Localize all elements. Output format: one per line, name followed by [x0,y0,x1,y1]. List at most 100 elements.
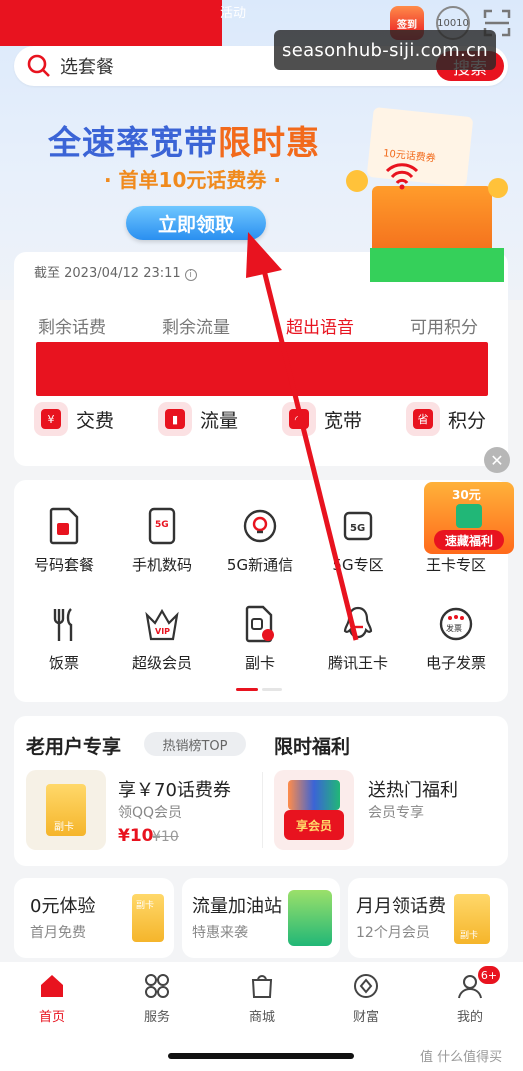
member-gift-image: 享会员 [284,810,344,840]
service-label: 超级会员 [131,654,192,672]
bottom-card-free-trial[interactable]: 0元体验 首月免费 副卡 [14,878,174,958]
old-user-thumb[interactable]: 副卡 [26,770,106,850]
balance-timestamp-text: 截至 2023/04/12 23:11 [34,266,181,281]
phone-digital-icon: 5G [142,506,182,546]
gift-decoration [288,780,340,810]
service-super-member[interactable]: VIP 超级会员 [112,604,212,673]
bottom-card-title: 流量加油站 [192,896,282,917]
nav-mall[interactable]: 商城 [232,972,292,1025]
e-invoice-icon: 发票 [436,604,476,644]
service-label: 饭票 [48,654,79,672]
nav-label: 服务 [143,1010,170,1025]
home-indicator [168,1053,354,1059]
sim-card-text: 副卡 [54,822,74,833]
claim-now-button[interactable]: 立即领取 [126,206,266,240]
bottom-card-sub: 首月免费 [30,925,86,941]
bottom-card-title: 0元体验 [30,896,96,917]
limited-item-title[interactable]: 送热门福利 [368,776,458,802]
service-label: 副卡 [244,654,275,672]
svg-text:VIP: VIP [155,627,170,636]
balance-timestamp: 截至 2023/04/12 23:11 i [34,262,197,281]
sim-card-image: 副卡 [132,894,164,942]
old-user-price: ¥10 [118,826,154,846]
sim-card-text: 副卡 [460,931,479,941]
quick-action-points[interactable]: 省 积分 [406,402,486,436]
svg-text:5G: 5G [155,520,169,530]
service-label: 号码套餐 [33,556,94,574]
vip-crown-icon: VIP [142,604,182,644]
old-user-title: 老用户专享 [26,736,122,758]
service-5g-zone[interactable]: 5G 5G专区 [308,506,408,575]
svg-text:5G: 5G [350,523,365,534]
banner-title-orange: 限时惠 [218,123,320,162]
tab-excess-voice[interactable]: 超出语音 [286,313,354,338]
service-label: 手机数码 [131,556,192,574]
sim-package-icon [44,506,84,546]
quick-action-label: 流量 [200,409,239,432]
quick-action-data[interactable]: ▮ 流量 [158,402,238,436]
service-number-package[interactable]: 号码套餐 [14,506,114,575]
divider [262,772,263,848]
services-grid-icon [145,974,169,998]
activity-label[interactable]: 活动 [220,2,246,21]
tab-remaining-data[interactable]: 剩余流量 [162,313,230,338]
sim-card-image: 副卡 [454,894,490,944]
service-label: 腾讯王卡 [327,654,388,672]
sub-card-icon [240,604,280,644]
banner-title: 全速率宽带限时惠 [48,116,320,164]
bar-chart-icon: ▮ [158,402,192,436]
service-meal-ticket[interactable]: 饭票 [14,604,114,673]
broadband-icon: ◠ [282,402,316,436]
service-e-invoice[interactable]: 发票 电子发票 [406,604,506,673]
search-input[interactable]: 选套餐 [60,53,114,79]
nav-wealth[interactable]: 财富 [336,972,396,1025]
bottom-card-sub: 12个月会员 [356,925,430,941]
redacted-values [36,342,488,396]
bottom-card-title: 月月领话费 [356,896,446,917]
old-user-item-title[interactable]: 享￥70话费券 [118,776,231,802]
quick-action-broadband[interactable]: ◠ 宽带 [282,402,362,436]
quick-action-pay[interactable]: ¥ 交费 [34,402,114,436]
coin-decoration [488,178,508,198]
service-label: 王卡专区 [425,556,486,574]
service-5g-new-call[interactable]: 5G新通信 [210,506,310,575]
service-phone-digital[interactable]: 5G 手机数码 [112,506,212,575]
quick-action-label: 交费 [76,409,115,432]
tab-remaining-balance[interactable]: 剩余话费 [38,313,106,338]
nav-services[interactable]: 服务 [127,972,187,1025]
service-sub-card[interactable]: 副卡 [210,604,310,673]
bottom-card-monthly-credit[interactable]: 月月领话费 12个月会员 副卡 [348,878,508,958]
quick-action-label: 宽带 [324,409,363,432]
coin-decoration [346,170,368,192]
tab-points[interactable]: 可用积分 [410,313,478,338]
nav-label: 商城 [248,1010,275,1025]
nav-label: 我的 [456,1010,483,1025]
data-gift-image [288,890,332,946]
nav-label: 首页 [38,1010,65,1025]
5g-zone-icon: 5G [338,506,378,546]
banner-title-blue: 全速率宽带 [48,123,218,162]
banner-subtitle: · 首单10元话费券 · [104,168,281,192]
nav-home[interactable]: 首页 [22,972,82,1025]
5g-new-call-icon [240,506,280,546]
promo-badge[interactable]: 30元 速藏福利 [424,482,514,554]
qq-penguin-icon [338,604,378,644]
old-user-item-sub: 领QQ会员 [118,805,183,821]
hot-sale-badge[interactable]: 热销榜TOP [144,732,246,756]
info-icon[interactable]: i [184,269,197,281]
voucher-card-image: 10元话费券 [366,106,474,188]
source-watermark: 值 什么值得买 [420,1050,503,1065]
wealth-icon [354,974,378,998]
bottom-card-sub: 特惠来袭 [192,925,248,941]
province-icon: 省 [406,402,440,436]
bottom-card-data-station[interactable]: 流量加油站 特惠来袭 [182,878,340,958]
sim-card-image: 副卡 [46,784,86,836]
promo-icon [456,504,482,528]
promo-label: 速藏福利 [434,530,504,550]
close-icon[interactable]: ✕ [484,447,510,473]
limited-thumb[interactable]: 享会员 [274,770,354,850]
service-label: 5G新通信 [226,556,294,574]
shopping-bag-icon [251,975,273,998]
nav-label: 财富 [352,1010,379,1025]
service-tencent-king-card[interactable]: 腾讯王卡 [308,604,408,673]
